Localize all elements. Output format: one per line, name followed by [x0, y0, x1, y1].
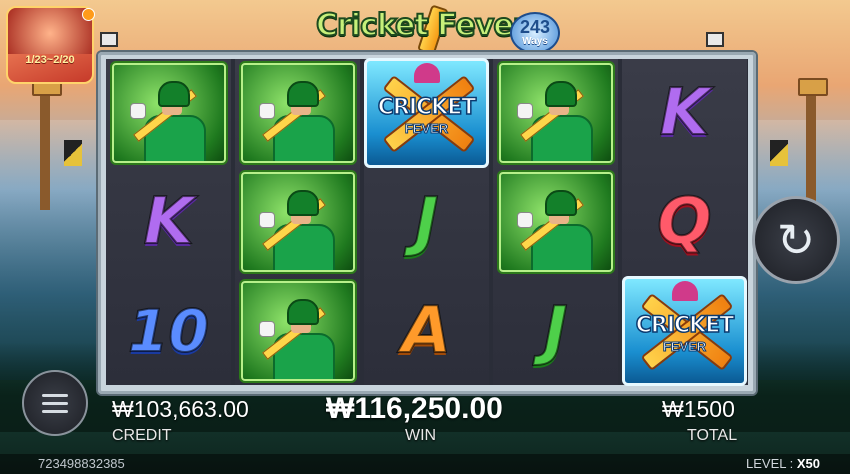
card-symbol-k: K	[143, 185, 195, 259]
notification-dot	[82, 8, 95, 21]
reel-cell: CRICKET FEVER	[622, 276, 747, 386]
reel-cell: Q	[622, 168, 747, 276]
card-symbol-k: K	[659, 76, 711, 150]
cricket-player-symbol	[240, 172, 355, 272]
status-bar: 723498832385 LEVEL : X50	[0, 454, 850, 474]
cricket-fever-wild-symbol: CRICKET FEVER	[364, 58, 489, 168]
reel-cell: CRICKET FEVER	[364, 58, 489, 168]
flag-left	[64, 140, 82, 166]
reel-cell: A	[364, 277, 489, 385]
wild-text-line1: CRICKET	[635, 312, 735, 339]
flag-right	[770, 140, 788, 166]
cricket-player-symbol	[240, 63, 355, 163]
win-value: ₩116,250.00	[326, 392, 503, 425]
reel-cell: J	[493, 277, 618, 385]
ways-number: 243	[519, 17, 551, 37]
cricket-player-symbol	[240, 281, 355, 381]
ways-label: Ways	[522, 36, 548, 47]
ways-badge: 243 Ways	[510, 12, 560, 54]
game-logo: Cricket Fever 243 Ways	[312, 4, 560, 56]
total-bet-label: TOTAL	[687, 427, 738, 444]
reel-5: K Q CRICKET FEVER	[622, 59, 747, 386]
reel-1: K 10	[106, 59, 231, 385]
spin-button[interactable]: ↻	[752, 196, 840, 284]
reel-cell: K	[106, 168, 231, 276]
floodlight-right	[798, 78, 828, 96]
reel-cell	[493, 59, 618, 167]
card-symbol-q: Q	[656, 185, 712, 259]
promo-date-text: 1/23~2/20	[25, 54, 75, 66]
reel-grid: K 10 CRICKET FEVER J A J K Q CRICKET FEVER	[106, 58, 748, 386]
cricket-player-symbol	[498, 172, 613, 272]
reel-3: CRICKET FEVER J A	[364, 58, 489, 385]
reel-cell	[235, 59, 360, 167]
reel-cell	[235, 168, 360, 276]
reel-cell	[493, 168, 618, 276]
light-tower-left	[40, 90, 50, 210]
reel-cell	[106, 59, 231, 167]
reel-2	[235, 59, 360, 385]
card-symbol-j: J	[414, 185, 440, 259]
menu-button[interactable]	[22, 370, 88, 436]
reel-cell: 10	[106, 277, 231, 385]
light-tower-right	[806, 90, 816, 210]
total-bet-value: ₩1500	[662, 396, 735, 422]
cricket-player-symbol	[111, 63, 226, 163]
credit-value: ₩103,663.00	[112, 396, 249, 422]
wild-text-line2: FEVER	[404, 121, 449, 137]
hamburger-menu-icon	[42, 393, 68, 397]
user-id: 723498832385	[38, 456, 125, 471]
card-symbol-10: 10	[127, 297, 210, 365]
reel-cell: J	[364, 168, 489, 276]
reel-cell	[235, 277, 360, 385]
wild-text-line2: FEVER	[662, 339, 707, 355]
reel-4: J	[493, 59, 618, 385]
refresh-icon: ↻	[776, 214, 816, 266]
wild-text-line1: CRICKET	[377, 94, 477, 121]
logo-title: Cricket Fever	[315, 7, 528, 44]
win-label: WIN	[405, 427, 437, 444]
reel-cell: K	[622, 59, 747, 167]
stadium-camera-icon-right	[706, 32, 740, 67]
credit-label: CREDIT	[112, 427, 172, 444]
card-symbol-j: J	[543, 294, 569, 368]
cricket-fever-wild-symbol: CRICKET FEVER	[622, 276, 747, 386]
card-symbol-a: A	[401, 294, 453, 368]
promo-art	[8, 8, 92, 54]
level-label: LEVEL :	[746, 456, 797, 471]
level-indicator: LEVEL : X50	[746, 456, 820, 471]
promo-event-badge[interactable]: 1/23~2/20	[6, 6, 94, 84]
cricket-player-symbol	[498, 63, 613, 163]
level-value: X50	[796, 456, 820, 471]
stadium-camera-icon-left	[100, 32, 134, 67]
